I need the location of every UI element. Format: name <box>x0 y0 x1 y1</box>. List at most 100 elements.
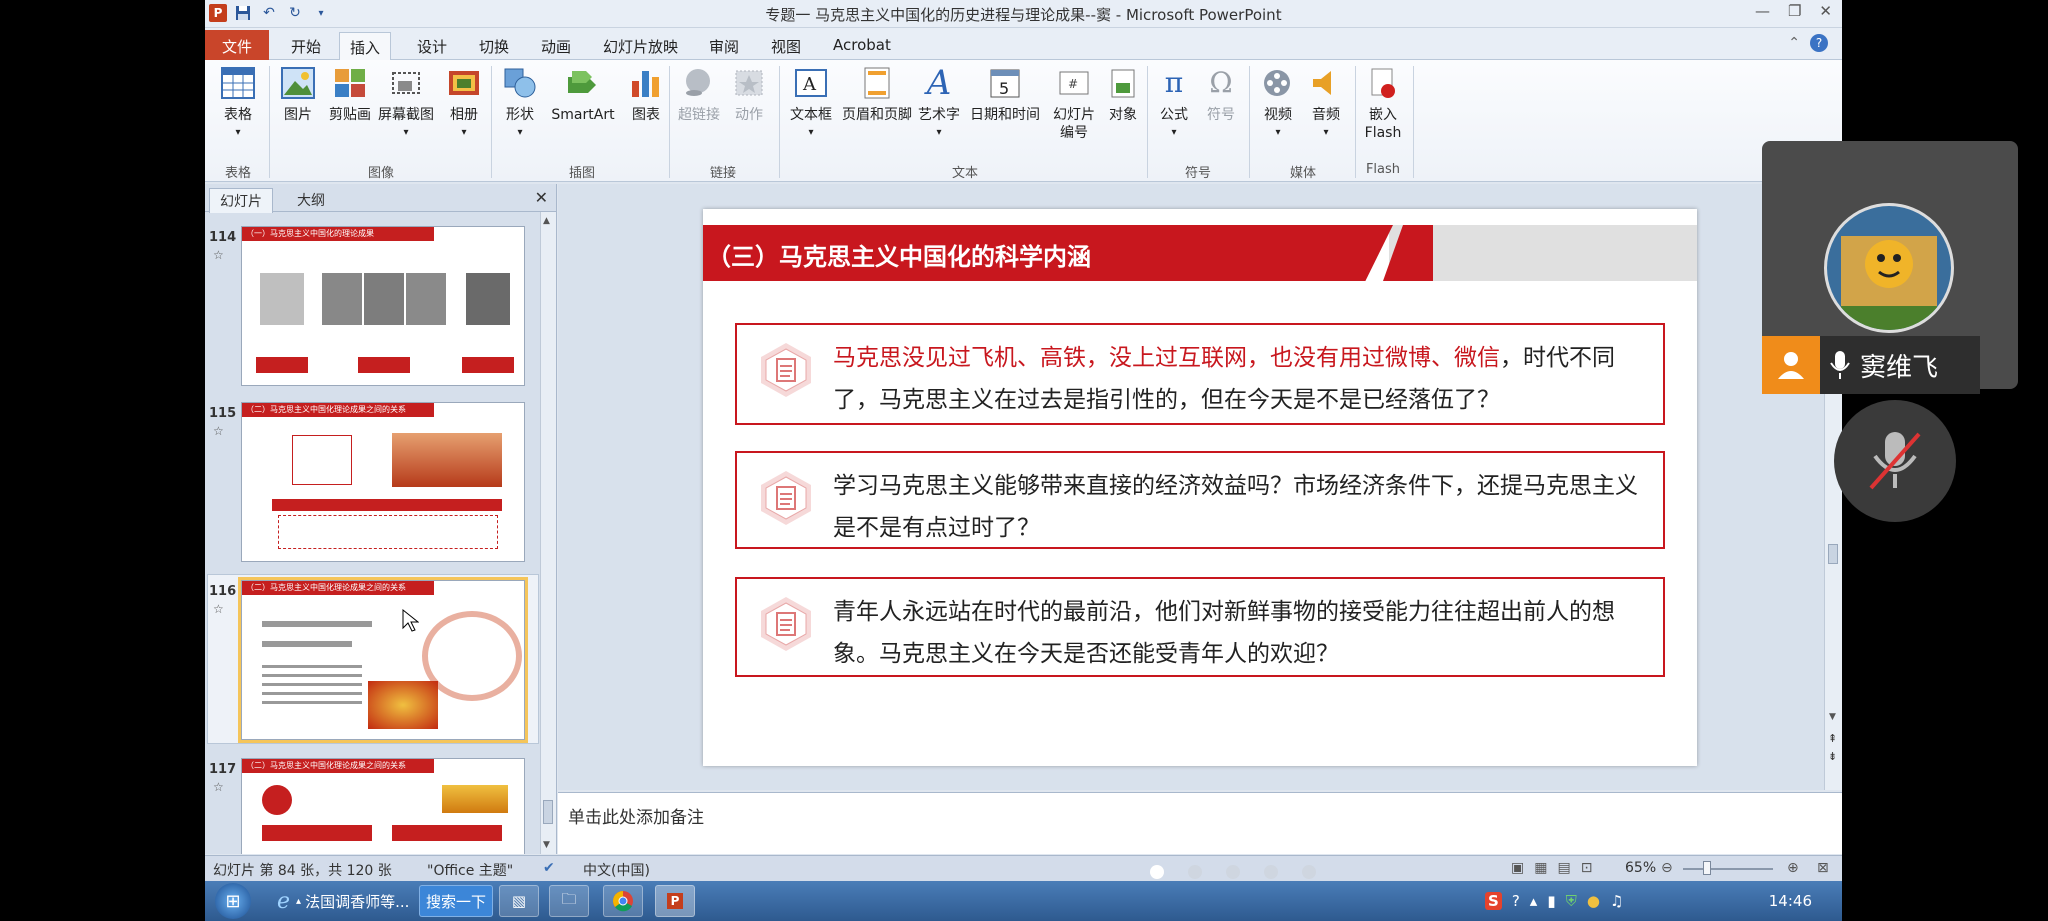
clipart-icon <box>331 64 369 102</box>
action-button[interactable]: 动作 <box>727 64 771 124</box>
calendar-icon: 5 <box>986 64 1024 102</box>
taskbar-photos-icon[interactable]: ▧ <box>499 885 539 917</box>
language-indicator[interactable]: 中文(中国) <box>583 860 650 880</box>
participant-name: 窦维飞 <box>1860 352 1939 383</box>
start-button[interactable]: ⊞ <box>215 883 251 919</box>
participant-nameplate: 窦维飞 <box>1762 336 1980 394</box>
wordart-button[interactable]: A 艺术字 ▾ <box>915 64 963 142</box>
tab-insert[interactable]: 插入 <box>339 32 392 60</box>
audio-button[interactable]: 音频 ▾ <box>1303 64 1349 142</box>
reading-view-icon[interactable]: ▤ <box>1557 860 1570 876</box>
tab-transitions[interactable]: 切换 <box>469 32 519 60</box>
zoom-slider-thumb[interactable] <box>1703 861 1711 875</box>
spellcheck-icon[interactable]: ✔ <box>543 860 555 876</box>
album-button[interactable]: 相册 ▾ <box>439 64 489 142</box>
svg-text:#: # <box>1068 77 1078 91</box>
tab-file[interactable]: 文件 <box>205 30 269 60</box>
zoom-in-icon[interactable]: ⊕ <box>1787 860 1799 876</box>
tab-view[interactable]: 视图 <box>761 32 811 60</box>
slide-number-icon: # <box>1055 64 1093 102</box>
group-tables: 表格 <box>224 166 251 181</box>
help-icon[interactable]: ? <box>1810 34 1828 52</box>
taskbar-clock[interactable]: 14:46 <box>1769 892 1812 910</box>
tab-review[interactable]: 审阅 <box>699 32 749 60</box>
picture-icon <box>279 64 317 102</box>
transition-star-icon: ☆ <box>213 602 224 616</box>
tab-home[interactable]: 开始 <box>281 32 331 60</box>
slide-thumbnail-114[interactable]: 114 ☆ （一）马克思主义中国化的理论成果 <box>205 226 541 392</box>
picture-button[interactable]: 图片 <box>273 64 323 124</box>
slideshow-view-icon[interactable]: ⊡ <box>1581 860 1593 876</box>
slide-count: 幻灯片 第 84 张，共 120 张 <box>213 863 392 879</box>
table-button[interactable]: 表格 ▾ <box>213 64 263 142</box>
close-icon[interactable]: ✕ <box>1819 2 1832 20</box>
question-box-3[interactable]: 青年人永远站在时代的最前沿，他们对新鲜事物的接受能力往往超出前人的想象。马克思主… <box>735 577 1665 677</box>
chart-button[interactable]: 图表 <box>621 64 671 124</box>
document-hexagon-icon <box>757 341 815 399</box>
shield-icon[interactable]: ⛨ <box>1566 892 1577 910</box>
collapse-ribbon-icon[interactable]: ⌃ <box>1788 35 1800 51</box>
video-button[interactable]: 视频 ▾ <box>1255 64 1301 142</box>
datetime-button[interactable]: 5 日期和时间 <box>965 64 1045 124</box>
volume-icon[interactable]: ♫ <box>1610 892 1623 910</box>
shape-button[interactable]: 形状 ▾ <box>497 64 543 142</box>
symbol-button[interactable]: Ω 符号 <box>1199 64 1243 124</box>
object-button[interactable]: 对象 <box>1101 64 1145 124</box>
zoom-out-icon[interactable]: ⊖ <box>1661 860 1673 876</box>
mute-button[interactable] <box>1834 400 1956 522</box>
slide-number-button[interactable]: # 幻灯片 编号 <box>1045 64 1103 142</box>
taskbar-browser[interactable]: e ▴ 法国调香师等... <box>271 885 415 917</box>
slide-sorter-icon[interactable]: ▦ <box>1534 860 1547 876</box>
tab-animations[interactable]: 动画 <box>531 32 581 60</box>
question-box-1[interactable]: 马克思没见过飞机、高铁，没上过互联网，也没有用过微博、微信，时代不同了，马克思主… <box>735 323 1665 425</box>
slide-thumbnail-117[interactable]: 117 ☆ （二）马克思主义中国化理论成果之间的关系 <box>205 758 541 854</box>
tray-expand-icon[interactable]: ▴ <box>1530 892 1538 910</box>
textbox-button[interactable]: A 文本框 ▾ <box>785 64 837 142</box>
zoom-slider[interactable] <box>1683 868 1773 870</box>
tab-slides[interactable]: 幻灯片 <box>209 188 273 213</box>
tab-slideshow[interactable]: 幻灯片放映 <box>593 32 688 60</box>
tray-app-icon[interactable]: ● <box>1587 892 1600 910</box>
hyperlink-button[interactable]: 超链接 <box>673 64 725 124</box>
restore-icon[interactable]: ❐ <box>1788 2 1801 20</box>
close-pane-icon[interactable]: ✕ <box>535 188 548 207</box>
taskbar-chrome-icon[interactable] <box>603 885 643 917</box>
help-tray-icon[interactable]: ? <box>1512 892 1520 910</box>
tab-acrobat[interactable]: Acrobat <box>823 32 901 60</box>
slide-title[interactable]: （三）马克思主义中国化的科学内涵 <box>707 237 1091 272</box>
minimize-icon[interactable]: — <box>1755 2 1770 20</box>
slide-thumbnail-115[interactable]: 115 ☆ （二）马克思主义中国化理论成果之间的关系 <box>205 402 541 568</box>
theme-name[interactable]: "Office 主题" <box>427 860 513 880</box>
table-icon <box>219 64 257 102</box>
document-hexagon-icon <box>757 469 815 527</box>
group-flash: Flash <box>1365 162 1401 177</box>
equation-button[interactable]: π 公式 ▾ <box>1151 64 1197 142</box>
ie-icon: e <box>277 888 291 914</box>
sogou-icon[interactable]: S <box>1485 892 1502 910</box>
notes-pane[interactable]: 单击此处添加备注 <box>558 792 1842 854</box>
zoom-level[interactable]: 65% <box>1625 860 1656 876</box>
clipart-button[interactable]: 剪贴画 <box>325 64 375 124</box>
screenshot-button[interactable]: 屏幕截图 ▾ <box>375 64 437 142</box>
fit-slide-icon[interactable]: ⊠ <box>1817 860 1829 876</box>
slide-editor: （三）马克思主义中国化的科学内涵 马克思没见过飞机、高铁，没上过互联网，也没有用… <box>558 184 1842 790</box>
taskbar-powerpoint-icon[interactable]: P <box>655 885 695 917</box>
speaker-icon <box>1307 64 1345 102</box>
header-footer-button[interactable]: 页眉和页脚 <box>839 64 915 124</box>
question-box-2[interactable]: 学习马克思主义能够带来直接的经济效益吗？市场经济条件下，还提马克思主义是不是有点… <box>735 451 1665 549</box>
notes-placeholder[interactable]: 单击此处添加备注 <box>568 803 704 828</box>
taskbar-explorer-icon[interactable]: 🗀 <box>549 885 589 917</box>
current-slide[interactable]: （三）马克思主义中国化的科学内涵 马克思没见过飞机、高铁，没上过互联网，也没有用… <box>703 209 1697 766</box>
slide-thumbnail-116[interactable]: 116 ☆ （二）马克思主义中国化理论成果之间的关系 <box>205 577 541 746</box>
tab-outline[interactable]: 大纲 <box>287 188 335 212</box>
film-reel-icon <box>1259 64 1297 102</box>
flash-button[interactable]: 嵌入 Flash <box>1359 64 1407 142</box>
transition-star-icon: ☆ <box>213 424 224 438</box>
tab-design[interactable]: 设计 <box>407 32 457 60</box>
slides-pane-scrollbar[interactable]: ▲ ▼ <box>540 212 556 854</box>
smartart-button[interactable]: SmartArt <box>547 64 619 124</box>
smartart-icon <box>564 64 602 102</box>
normal-view-icon[interactable]: ▣ <box>1511 860 1524 876</box>
network-icon[interactable]: ▮ <box>1547 892 1555 910</box>
taskbar-search[interactable]: 搜索一下 <box>419 885 494 917</box>
